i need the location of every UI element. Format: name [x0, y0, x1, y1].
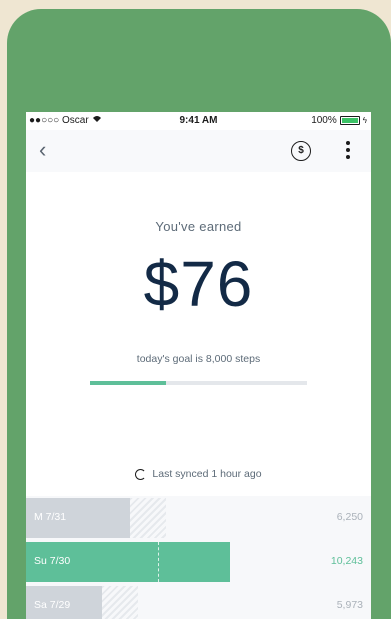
battery-icon	[339, 116, 360, 125]
nav-bar: ‹ $	[26, 130, 371, 172]
step-history-list: M 7/31 6,250 Su 7/30 10,243 Sa 7/29 5,973	[26, 496, 371, 619]
app-screen: ●●○○○ Oscar 9:41 AM 100% ϟ ‹ $ You've ea…	[26, 112, 371, 619]
goal-progress-bar	[90, 381, 307, 385]
step-count: 6,250	[336, 511, 363, 523]
history-row[interactable]: Sa 7/29 5,973	[26, 584, 371, 619]
day-label: Su 7/30	[34, 555, 71, 567]
battery-percent: 100%	[311, 115, 337, 126]
step-count: 5,973	[336, 599, 363, 611]
coin-icon[interactable]: $	[291, 141, 311, 161]
earned-label: You've earned	[155, 219, 242, 234]
day-label: M 7/31	[34, 511, 67, 523]
history-row[interactable]: M 7/31 6,250	[26, 496, 371, 540]
goal-marker	[158, 542, 159, 582]
step-count: 10,243	[330, 555, 363, 567]
phone-frame: ●●○○○ Oscar 9:41 AM 100% ϟ ‹ $ You've ea…	[7, 9, 391, 619]
sync-text: Last synced 1 hour ago	[152, 468, 262, 480]
sync-icon	[135, 468, 147, 480]
sync-status: Last synced 1 hour ago	[26, 468, 371, 480]
status-bar: ●●○○○ Oscar 9:41 AM 100% ϟ	[26, 112, 371, 130]
chevron-left-icon[interactable]: ‹	[39, 139, 46, 161]
goal-progress-fill	[90, 381, 166, 385]
history-row[interactable]: Su 7/30 10,243	[26, 540, 371, 584]
earned-amount: $76	[143, 248, 254, 320]
goal-gap-hatch	[130, 498, 166, 538]
more-vertical-icon[interactable]	[343, 138, 353, 162]
battery-group: 100% ϟ	[311, 115, 367, 126]
day-label: Sa 7/29	[34, 599, 71, 611]
charging-icon: ϟ	[362, 116, 367, 125]
goal-text: today's goal is 8,000 steps	[136, 353, 261, 365]
goal-gap-hatch	[102, 586, 138, 619]
